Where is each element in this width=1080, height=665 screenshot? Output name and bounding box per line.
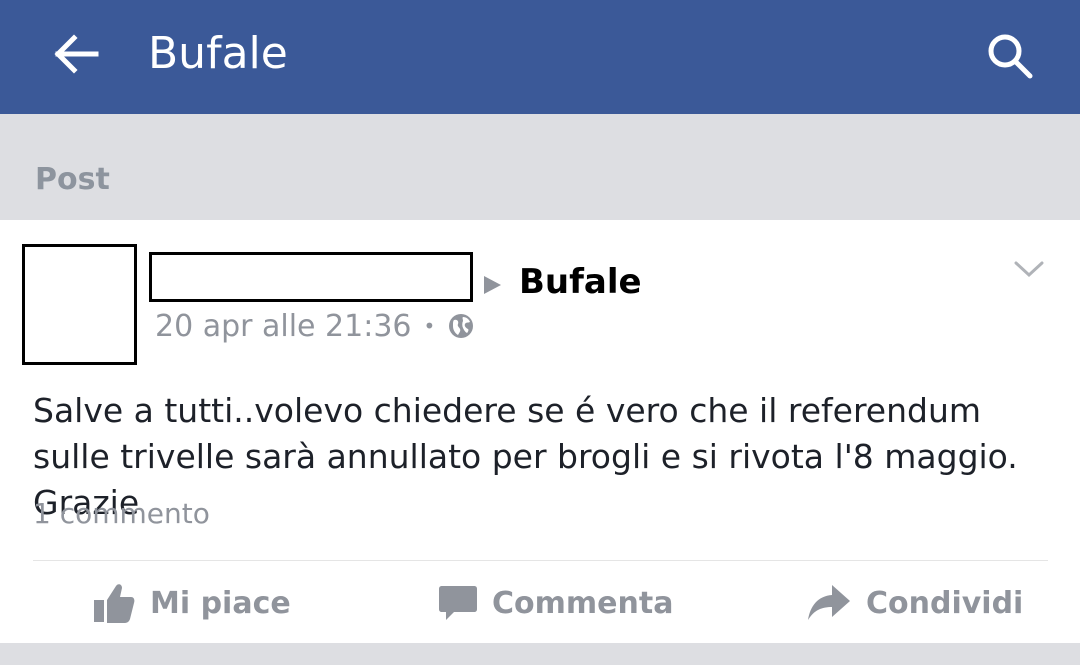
triangle-right-icon	[484, 276, 501, 294]
like-label: Mi piace	[150, 585, 291, 621]
arrow-left-icon	[54, 34, 99, 74]
meta-separator: •	[423, 314, 436, 338]
section-header	[0, 114, 1080, 220]
post-meta: 20 apr alle 21:36 •	[155, 306, 475, 346]
globe-icon	[447, 312, 475, 340]
back-button[interactable]	[44, 24, 108, 84]
comments-count[interactable]: 1 commento	[33, 496, 210, 532]
share-arrow-icon	[806, 583, 852, 623]
page-title: Bufale	[148, 28, 288, 79]
divider	[33, 560, 1048, 561]
speech-bubble-icon	[438, 583, 478, 623]
group-link[interactable]: Bufale	[519, 262, 642, 302]
section-label: Post	[35, 162, 110, 197]
app-bar: Bufale	[0, 0, 1080, 114]
author-name-redacted[interactable]	[149, 252, 473, 302]
chevron-down-icon	[1014, 261, 1044, 278]
search-icon	[988, 34, 1033, 79]
like-button[interactable]: Mi piace	[92, 577, 291, 629]
comment-label: Commenta	[492, 585, 674, 621]
post-options-button[interactable]	[1010, 252, 1048, 286]
share-button[interactable]: Condividi	[806, 577, 1023, 629]
thumbs-up-icon	[92, 582, 136, 624]
bottom-strip	[0, 643, 1080, 665]
avatar[interactable]	[22, 244, 137, 365]
comment-button[interactable]: Commenta	[438, 577, 673, 629]
post-timestamp[interactable]: 20 apr alle 21:36	[155, 309, 412, 344]
search-button[interactable]	[980, 26, 1040, 86]
share-label: Condividi	[866, 585, 1024, 621]
